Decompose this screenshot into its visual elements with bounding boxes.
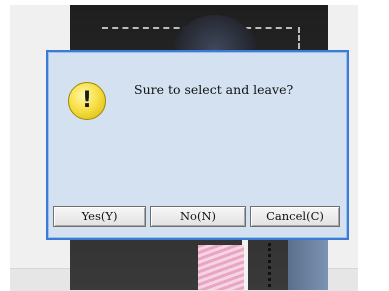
yes-button[interactable]: Yes(Y) <box>53 206 146 227</box>
warning-icon-glyph: ! <box>81 88 93 113</box>
confirm-dialog: ! Sure to select and leave? Yes(Y) No(N)… <box>46 50 349 240</box>
photo-fabric <box>198 245 244 290</box>
photo-object <box>288 240 328 290</box>
dialog-message: Sure to select and leave? <box>134 82 294 97</box>
warning-icon: ! <box>68 82 106 120</box>
photo-cord <box>268 243 271 290</box>
cancel-button[interactable]: Cancel(C) <box>250 206 340 227</box>
no-button[interactable]: No(N) <box>150 206 246 227</box>
screen: ! Sure to select and leave? Yes(Y) No(N)… <box>0 0 389 291</box>
